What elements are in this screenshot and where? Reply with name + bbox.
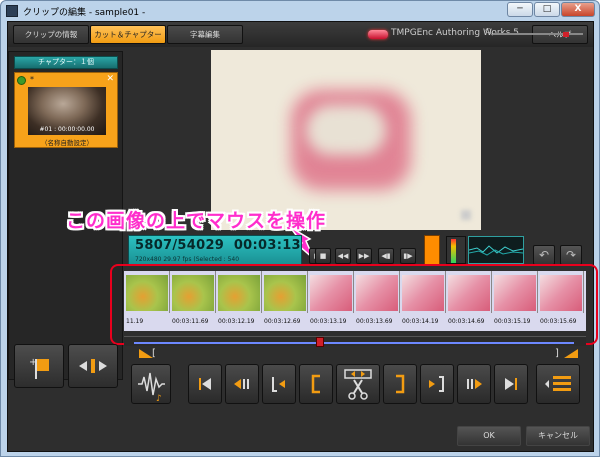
prev-cut-button[interactable] — [225, 364, 259, 404]
video-info: 720x480 29.97 fps (Selected : 540 — [135, 256, 240, 263]
mark-in-icon — [311, 374, 320, 394]
preview-blur-dot — [461, 210, 471, 220]
seek-handle[interactable] — [316, 337, 324, 347]
cancel-button[interactable]: キャンセル — [526, 426, 590, 446]
chapter-name: （名称自動設定） — [41, 139, 93, 147]
next-frame-button[interactable]: ▮▶ — [400, 248, 416, 264]
prev-frame-button[interactable]: ◀▮ — [378, 248, 394, 264]
maximize-button[interactable]: □ — [534, 2, 560, 17]
set-start-icon — [272, 377, 285, 392]
add-chapter-icon: + — [29, 357, 49, 379]
timecode-display: 5807/54029 00:03:13 720x480 29.97 fps (S… — [128, 235, 302, 266]
out-bracket: ] — [555, 348, 559, 359]
in-bracket: [ — [152, 348, 156, 359]
list-icon — [545, 376, 571, 391]
cut-button[interactable] — [336, 364, 380, 404]
audio-level-meter — [446, 236, 466, 264]
set-end-icon — [429, 376, 444, 392]
mark-in-button[interactable] — [299, 364, 333, 404]
seek-track — [134, 342, 574, 344]
waveform-display — [468, 236, 524, 264]
highlight-frame — [110, 264, 598, 345]
level-bar — [451, 239, 456, 263]
title-bar: クリップの編集 - sample01 - ─ □ X — [1, 1, 599, 21]
ok-button[interactable]: OK — [457, 426, 521, 446]
prev-cut-icon — [234, 379, 249, 389]
go-start-button[interactable] — [188, 364, 222, 404]
chapter-list-button[interactable] — [536, 364, 580, 404]
mark-out-button[interactable] — [383, 364, 417, 404]
frame-counter: 5807/54029 — [135, 238, 225, 253]
tab-subtitle[interactable]: 字幕編集 — [167, 25, 243, 44]
close-button[interactable]: X — [561, 2, 595, 17]
tab-cut-chapter[interactable]: カット＆チャプター — [90, 25, 166, 44]
brand-lamp-icon — [368, 30, 388, 39]
move-chapter-icon — [79, 359, 107, 373]
chapter-card[interactable]: * ✕ #01 : 00:00:00.00 （名称自動設定） — [14, 72, 118, 148]
timecode-main: 5807/54029 00:03:13 — [135, 238, 301, 253]
stop-button[interactable]: ■ — [315, 248, 331, 264]
audio-wave-icon: ♪ — [138, 372, 165, 403]
redo-icon[interactable]: ↷ — [560, 245, 582, 265]
waveform-icon — [469, 245, 523, 256]
time-counter: 00:03:13 — [233, 238, 301, 253]
rewind-button[interactable]: ◀◀ — [335, 248, 351, 264]
zoom-handle[interactable] — [563, 32, 569, 37]
zoom-track — [493, 33, 583, 35]
audio-icon[interactable] — [424, 235, 440, 265]
window-title: クリップの編集 - sample01 - — [23, 8, 146, 18]
go-start-icon — [199, 378, 211, 390]
chapter-count: チャプター：１個 — [14, 56, 118, 69]
video-preview[interactable] — [211, 50, 481, 230]
set-start-button[interactable] — [262, 364, 296, 404]
go-end-icon — [505, 378, 517, 390]
next-cut-button[interactable] — [457, 364, 491, 404]
mark-out-icon — [396, 374, 405, 394]
set-end-button[interactable] — [420, 364, 454, 404]
annotation-text: この画像の上でマウスを操作 — [66, 210, 327, 232]
tab-clip-info[interactable]: クリップの情報 — [13, 25, 89, 44]
fast-forward-button[interactable]: ▶▶ — [356, 248, 372, 264]
chapter-marker: * — [30, 75, 34, 84]
zoom-slider[interactable]: 🔍︎ — [485, 28, 585, 38]
chapter-timecode: #01 : 00:00:00.00 — [39, 126, 95, 133]
preview-blur-object — [306, 105, 386, 155]
delete-chapter-icon[interactable]: ✕ — [106, 74, 114, 84]
seek-bar[interactable] — [124, 336, 586, 347]
undo-icon[interactable]: ↶ — [533, 245, 555, 265]
end-marker-icon[interactable] — [564, 349, 578, 358]
chapter-status-icon — [17, 76, 26, 85]
svg-text:♪: ♪ — [156, 394, 162, 403]
next-cut-icon — [467, 379, 482, 389]
go-end-button[interactable] — [494, 364, 528, 404]
minimize-button[interactable]: ─ — [507, 2, 533, 17]
audio-wave-button[interactable]: ♪ — [131, 364, 171, 404]
add-chapter-button[interactable]: + — [14, 344, 64, 388]
app-icon — [6, 5, 18, 17]
move-chapter-button[interactable] — [68, 344, 118, 388]
scissors-icon — [344, 369, 372, 400]
start-marker-icon[interactable] — [139, 349, 153, 358]
